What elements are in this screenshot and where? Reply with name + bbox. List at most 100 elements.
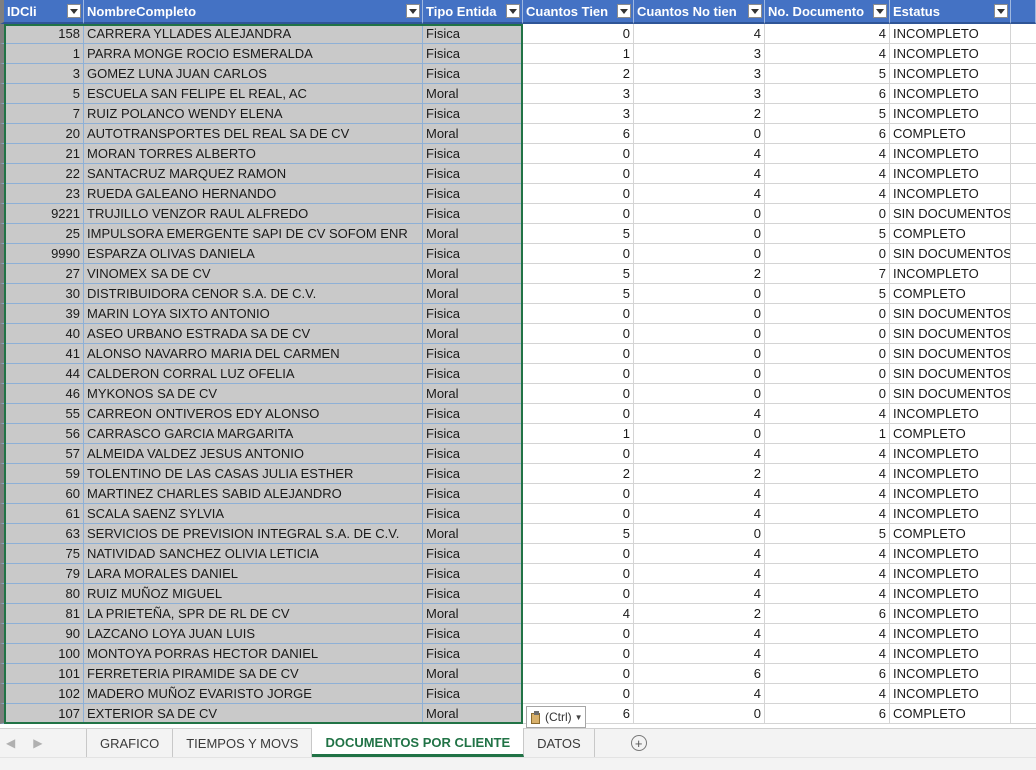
cell-tipo[interactable]: Fisica xyxy=(423,364,523,384)
cell-nombre[interactable]: VINOMEX SA DE CV xyxy=(84,264,423,284)
cell-no-documento[interactable]: 0 xyxy=(765,304,890,324)
header-cuantos-tiene[interactable]: Cuantos Tien xyxy=(523,0,634,24)
cell-nombre[interactable]: CARRERA YLLADES ALEJANDRA xyxy=(84,24,423,44)
header-idcli[interactable]: IDCli xyxy=(0,0,84,24)
cell-no-documento[interactable]: 4 xyxy=(765,24,890,44)
cell-empty[interactable] xyxy=(1011,444,1036,464)
cell-nombre[interactable]: EXTERIOR SA DE CV xyxy=(84,704,423,724)
cell-cuantos-no-tiene[interactable]: 4 xyxy=(634,684,765,704)
cell-estatus[interactable]: INCOMPLETO xyxy=(890,104,1011,124)
cell-no-documento[interactable]: 0 xyxy=(765,364,890,384)
cell-cuantos-no-tiene[interactable]: 4 xyxy=(634,484,765,504)
cell-nombre[interactable]: TRUJILLO VENZOR RAUL ALFREDO xyxy=(84,204,423,224)
cell-tipo[interactable]: Fisica xyxy=(423,184,523,204)
cell-empty[interactable] xyxy=(1011,164,1036,184)
cell-no-documento[interactable]: 4 xyxy=(765,404,890,424)
cell-no-documento[interactable]: 4 xyxy=(765,584,890,604)
cell-idcli[interactable]: 102 xyxy=(0,684,84,704)
cell-empty[interactable] xyxy=(1011,324,1036,344)
cell-empty[interactable] xyxy=(1011,484,1036,504)
cell-estatus[interactable]: COMPLETO xyxy=(890,224,1011,244)
cell-estatus[interactable]: INCOMPLETO xyxy=(890,644,1011,664)
cell-nombre[interactable]: LARA MORALES DANIEL xyxy=(84,564,423,584)
cell-estatus[interactable]: INCOMPLETO xyxy=(890,144,1011,164)
cell-empty[interactable] xyxy=(1011,504,1036,524)
cell-empty[interactable] xyxy=(1011,104,1036,124)
cell-tipo[interactable]: Fisica xyxy=(423,404,523,424)
cell-cuantos-tiene[interactable]: 0 xyxy=(523,144,634,164)
cell-no-documento[interactable]: 6 xyxy=(765,604,890,624)
cell-tipo[interactable]: Moral xyxy=(423,264,523,284)
cell-idcli[interactable]: 61 xyxy=(0,504,84,524)
cell-no-documento[interactable]: 4 xyxy=(765,564,890,584)
cell-idcli[interactable]: 75 xyxy=(0,544,84,564)
cell-estatus[interactable]: INCOMPLETO xyxy=(890,624,1011,644)
cell-empty[interactable] xyxy=(1011,404,1036,424)
cell-no-documento[interactable]: 4 xyxy=(765,444,890,464)
cell-cuantos-tiene[interactable]: 0 xyxy=(523,244,634,264)
cell-cuantos-no-tiene[interactable]: 0 xyxy=(634,524,765,544)
cell-empty[interactable] xyxy=(1011,424,1036,444)
cell-estatus[interactable]: INCOMPLETO xyxy=(890,544,1011,564)
cell-cuantos-tiene[interactable]: 0 xyxy=(523,304,634,324)
cell-nombre[interactable]: ASEO URBANO ESTRADA SA DE CV xyxy=(84,324,423,344)
cell-idcli[interactable]: 3 xyxy=(0,64,84,84)
cell-cuantos-no-tiene[interactable]: 4 xyxy=(634,444,765,464)
cell-tipo[interactable]: Moral xyxy=(423,84,523,104)
cell-estatus[interactable]: INCOMPLETO xyxy=(890,444,1011,464)
cell-tipo[interactable]: Moral xyxy=(423,124,523,144)
cell-cuantos-tiene[interactable]: 0 xyxy=(523,324,634,344)
scroll-left-icon[interactable]: ◀ xyxy=(6,736,15,750)
cell-idcli[interactable]: 9990 xyxy=(0,244,84,264)
cell-empty[interactable] xyxy=(1011,624,1036,644)
cell-no-documento[interactable]: 4 xyxy=(765,464,890,484)
cell-empty[interactable] xyxy=(1011,384,1036,404)
cell-tipo[interactable]: Moral xyxy=(423,604,523,624)
cell-empty[interactable] xyxy=(1011,644,1036,664)
cell-nombre[interactable]: RUIZ MUÑOZ MIGUEL xyxy=(84,584,423,604)
cell-no-documento[interactable]: 4 xyxy=(765,144,890,164)
cell-empty[interactable] xyxy=(1011,144,1036,164)
cell-idcli[interactable]: 90 xyxy=(0,624,84,644)
cell-no-documento[interactable]: 7 xyxy=(765,264,890,284)
cell-cuantos-no-tiene[interactable]: 4 xyxy=(634,404,765,424)
cell-estatus[interactable]: COMPLETO xyxy=(890,284,1011,304)
cell-cuantos-tiene[interactable]: 5 xyxy=(523,524,634,544)
cell-nombre[interactable]: GOMEZ LUNA JUAN CARLOS xyxy=(84,64,423,84)
cell-estatus[interactable]: INCOMPLETO xyxy=(890,84,1011,104)
cell-nombre[interactable]: SERVICIOS DE PREVISION INTEGRAL S.A. DE … xyxy=(84,524,423,544)
cell-empty[interactable] xyxy=(1011,664,1036,684)
cell-no-documento[interactable]: 0 xyxy=(765,384,890,404)
cell-estatus[interactable]: SIN DOCUMENTOS xyxy=(890,384,1011,404)
cell-no-documento[interactable]: 5 xyxy=(765,284,890,304)
cell-nombre[interactable]: ESPARZA OLIVAS DANIELA xyxy=(84,244,423,264)
cell-no-documento[interactable]: 0 xyxy=(765,204,890,224)
paste-options-button[interactable]: (Ctrl) ▼ xyxy=(526,706,586,728)
filter-dropdown-icon[interactable] xyxy=(873,4,887,18)
cell-tipo[interactable]: Fisica xyxy=(423,464,523,484)
cell-tipo[interactable]: Moral xyxy=(423,324,523,344)
cell-estatus[interactable]: INCOMPLETO xyxy=(890,484,1011,504)
cell-cuantos-tiene[interactable]: 5 xyxy=(523,284,634,304)
cell-cuantos-tiene[interactable]: 4 xyxy=(523,604,634,624)
cell-estatus[interactable]: INCOMPLETO xyxy=(890,64,1011,84)
cell-tipo[interactable]: Moral xyxy=(423,384,523,404)
cell-cuantos-no-tiene[interactable]: 4 xyxy=(634,644,765,664)
cell-idcli[interactable]: 41 xyxy=(0,344,84,364)
cell-idcli[interactable]: 60 xyxy=(0,484,84,504)
cell-estatus[interactable]: INCOMPLETO xyxy=(890,24,1011,44)
cell-estatus[interactable]: INCOMPLETO xyxy=(890,564,1011,584)
cell-cuantos-no-tiene[interactable]: 3 xyxy=(634,84,765,104)
cell-empty[interactable] xyxy=(1011,264,1036,284)
cell-tipo[interactable]: Fisica xyxy=(423,244,523,264)
cell-no-documento[interactable]: 6 xyxy=(765,124,890,144)
cell-estatus[interactable]: INCOMPLETO xyxy=(890,404,1011,424)
cell-cuantos-no-tiene[interactable]: 0 xyxy=(634,424,765,444)
cell-idcli[interactable]: 101 xyxy=(0,664,84,684)
cell-no-documento[interactable]: 5 xyxy=(765,224,890,244)
cell-nombre[interactable]: SANTACRUZ MARQUEZ RAMON xyxy=(84,164,423,184)
filter-dropdown-icon[interactable] xyxy=(67,4,81,18)
cell-idcli[interactable]: 5 xyxy=(0,84,84,104)
cell-no-documento[interactable]: 4 xyxy=(765,44,890,64)
cell-nombre[interactable]: MONTOYA PORRAS HECTOR DANIEL xyxy=(84,644,423,664)
